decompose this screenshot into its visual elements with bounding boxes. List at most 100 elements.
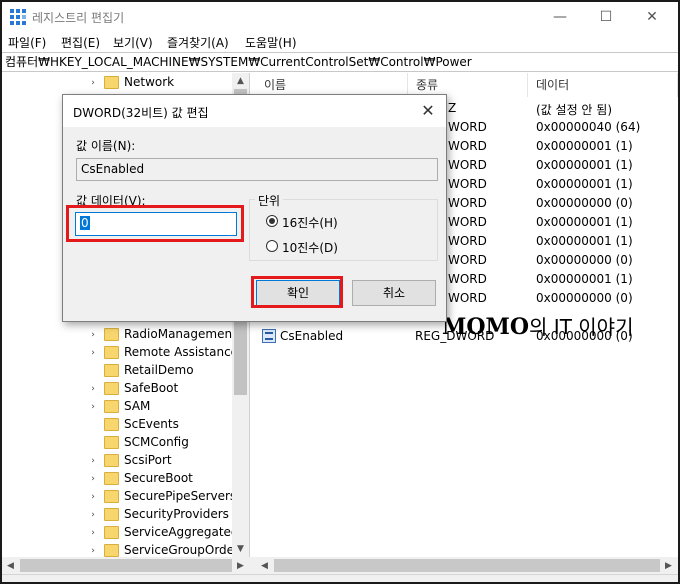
list-horizontal-thumb[interactable] (274, 559, 660, 572)
tree-item-label: SAM (124, 399, 151, 413)
tree-item[interactable]: › ServiceAggregatedE (2, 524, 246, 542)
value-type: WORD (448, 120, 487, 134)
tree-item[interactable]: › SecurePipeServers (2, 488, 236, 506)
value-data: 0x00000001 (1) (536, 215, 633, 229)
value-type: WORD (448, 234, 487, 248)
expand-arrow-icon[interactable]: › (88, 528, 98, 538)
expand-arrow-icon[interactable]: › (88, 348, 98, 358)
scroll-left-arrow-icon[interactable]: ◀ (256, 558, 273, 574)
tree-item[interactable]: › Network (2, 74, 234, 92)
expand-arrow-icon[interactable]: › (88, 402, 98, 412)
base-group-label: 단위 (255, 192, 284, 209)
address-bar[interactable]: 컴퓨터₩HKEY_LOCAL_MACHINE₩SYSTEM₩CurrentCon… (2, 52, 678, 72)
folder-icon (104, 346, 119, 359)
folder-icon (104, 490, 119, 503)
highlight-box-ok (251, 276, 343, 308)
folder-icon (104, 364, 119, 377)
folder-icon (104, 454, 119, 467)
value-name-field: CsEnabled (76, 158, 438, 181)
value-type: WORD (448, 158, 487, 172)
value-type: WORD (448, 253, 487, 267)
radio-hexadecimal[interactable] (266, 215, 278, 227)
value-data: 0x00000040 (64) (536, 120, 641, 134)
tree-item-label: RetailDemo (124, 363, 194, 377)
value-name: CsEnabled (280, 329, 344, 343)
tree-item[interactable]: › SAM (2, 398, 234, 416)
tree-item[interactable]: › SecureBoot (2, 470, 234, 488)
menu-help[interactable]: 도움말(H) (245, 34, 297, 51)
value-data: 0x00000000 (0) (536, 253, 633, 267)
value-type: WORD (448, 177, 487, 191)
expand-arrow-icon[interactable]: › (88, 330, 98, 340)
title-bar: 레지스트리 편집기 — ☐ ✕ (2, 2, 678, 32)
expand-arrow-icon[interactable]: › (88, 546, 98, 556)
folder-icon (104, 328, 119, 341)
folder-icon (104, 400, 119, 413)
folder-icon (104, 544, 119, 557)
horizontal-scrollbar[interactable]: ◀ ▶ ◀ ▶ (2, 557, 678, 574)
scroll-right-arrow-icon[interactable]: ▶ (660, 558, 677, 574)
value-data: (값 설정 안 됨) (536, 103, 613, 117)
tree-item[interactable]: SCMConfig (2, 434, 234, 452)
highlight-box-value-data (66, 205, 244, 242)
value-type: WORD (448, 272, 487, 286)
close-window-button[interactable]: ✕ (629, 2, 675, 32)
menu-file[interactable]: 파일(F) (8, 34, 46, 51)
value-type: WORD (448, 215, 487, 229)
tree-item[interactable]: › SafeBoot (2, 380, 234, 398)
value-data: 0x00000001 (1) (536, 272, 633, 286)
dialog-title: DWORD(32비트) 값 편집 (73, 106, 209, 120)
cancel-button[interactable]: 취소 (352, 280, 436, 306)
expand-arrow-icon[interactable]: › (88, 456, 98, 466)
tree-item[interactable]: › ScsiPort (2, 452, 234, 470)
value-name-label: 값 이름(N): (76, 139, 136, 153)
radio-decimal-label[interactable]: 10진수(D) (282, 239, 338, 256)
menu-bar: 파일(F) 편집(E) 보기(V) 즐겨찾기(A) 도움말(H) (2, 32, 678, 52)
folder-icon (104, 526, 119, 539)
dialog-title-bar: DWORD(32비트) 값 편집 ✕ (63, 95, 446, 127)
column-header-data[interactable]: 데이터 (528, 73, 678, 97)
tree-item-label: SecureBoot (124, 471, 193, 485)
minimize-button[interactable]: — (537, 2, 583, 32)
maximize-button[interactable]: ☐ (583, 2, 629, 32)
expand-arrow-icon[interactable]: › (88, 384, 98, 394)
tree-item-label: RadioManagement (124, 327, 237, 341)
expand-arrow-icon[interactable]: › (88, 510, 98, 520)
tree-item-label: Network (124, 75, 175, 89)
tree-item[interactable]: › SecurityProviders (2, 506, 234, 524)
menu-edit[interactable]: 편집(E) (61, 34, 100, 51)
scroll-left-arrow-icon[interactable]: ◀ (2, 558, 19, 574)
tree-item[interactable]: RetailDemo (2, 362, 234, 380)
value-type: WORD (448, 291, 487, 305)
expand-arrow-icon[interactable]: › (88, 78, 98, 88)
folder-icon (104, 418, 119, 431)
scroll-up-arrow-icon[interactable]: ▲ (232, 73, 249, 89)
radio-decimal[interactable] (266, 240, 278, 252)
menu-view[interactable]: 보기(V) (113, 34, 153, 51)
expand-arrow-icon[interactable]: › (88, 474, 98, 484)
tree-item-label: Remote Assistance (124, 345, 239, 359)
tree-item[interactable]: › Remote Assistance (2, 344, 238, 362)
expand-arrow-icon[interactable]: › (88, 492, 98, 502)
dialog-close-icon[interactable]: ✕ (416, 99, 440, 123)
tree-item-label: ScEvents (124, 417, 179, 431)
scroll-down-arrow-icon[interactable]: ▼ (232, 541, 249, 557)
value-data: 0x00000001 (1) (536, 234, 633, 248)
value-data: 0x00000000 (0) (536, 196, 633, 210)
tree-horizontal-thumb[interactable] (20, 559, 232, 572)
radio-hexadecimal-label[interactable]: 16진수(H) (282, 214, 338, 231)
tree-item[interactable]: ScEvents (2, 416, 234, 434)
menu-favorites[interactable]: 즐겨찾기(A) (167, 34, 229, 51)
tree-item[interactable]: › RadioManagement (2, 326, 237, 344)
watermark-middle: 의 IT (529, 315, 579, 339)
status-bar (2, 574, 678, 582)
watermark-brand: MOMO (442, 314, 530, 340)
value-type: Z (448, 101, 457, 115)
tree-item-label: ServiceGroupOrder (124, 543, 239, 557)
scroll-right-arrow-icon[interactable]: ▶ (232, 558, 249, 574)
tree-item-label: SCMConfig (124, 435, 189, 449)
folder-icon (104, 436, 119, 449)
window-title: 레지스트리 편집기 (32, 11, 125, 25)
watermark: MOMO의 IT 이야기 (442, 311, 633, 340)
tree-item[interactable]: › ServiceGroupOrder (2, 542, 239, 557)
